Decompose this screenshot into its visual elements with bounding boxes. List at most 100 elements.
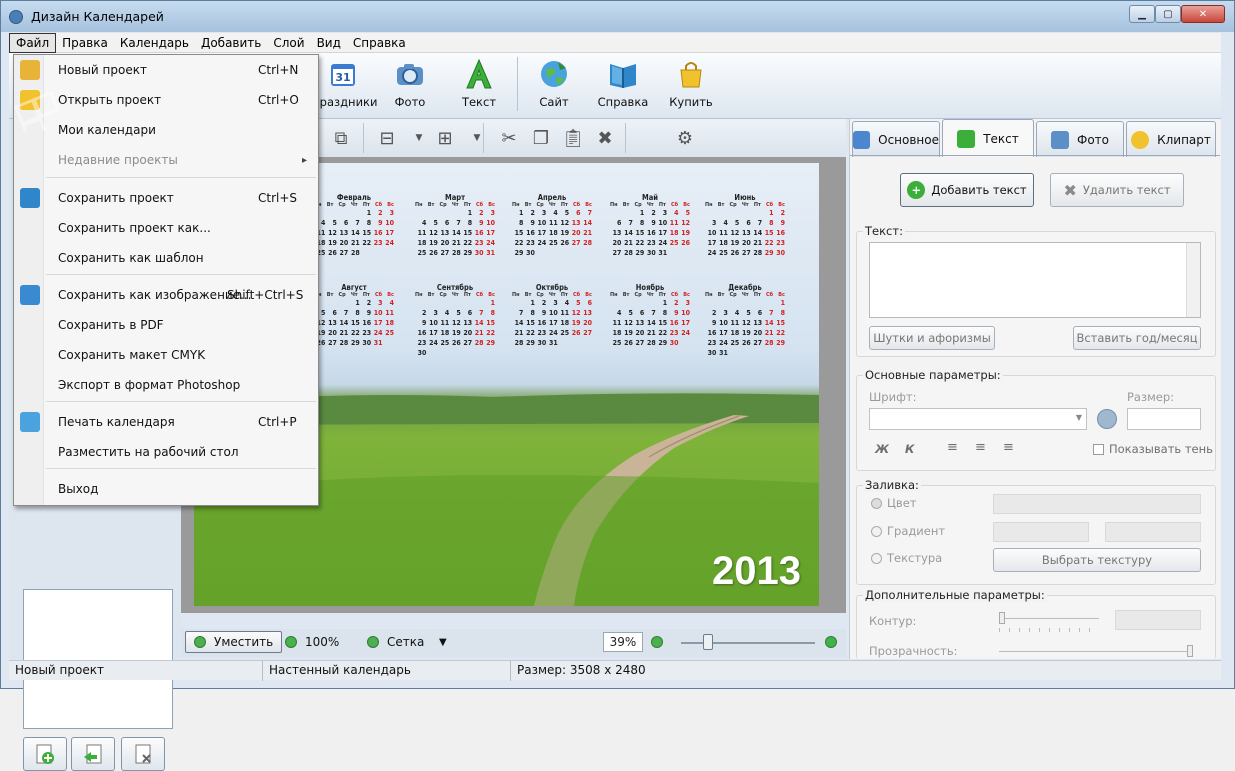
paste-button[interactable]: 📋︎: [559, 125, 587, 151]
grid-button[interactable]: Сетка: [367, 631, 424, 653]
file-menu-item[interactable]: Сохранить макет CMYK: [14, 342, 318, 368]
tab-text[interactable]: Текст: [942, 119, 1034, 157]
align-left-button[interactable]: ≡: [947, 440, 958, 455]
file-menu-item[interactable]: Мои календари: [14, 117, 318, 143]
delete-button[interactable]: ✖: [591, 125, 619, 151]
file-menu-item[interactable]: folder-icon Открыть проект Ctrl+O: [14, 87, 318, 113]
day-cell: [739, 298, 750, 308]
tab-photo[interactable]: Фото: [1036, 121, 1124, 157]
menu-file[interactable]: Файл: [9, 32, 57, 53]
grid-dropdown-button[interactable]: ▼: [439, 631, 447, 653]
toolbar-text-button[interactable]: Текст: [447, 57, 511, 109]
close-button[interactable]: ✕: [1181, 5, 1225, 23]
menu-add[interactable]: Добавить: [195, 34, 267, 52]
distribute-dropdown-button[interactable]: ▼: [463, 125, 491, 151]
menu-edit[interactable]: Правка: [56, 34, 114, 52]
text-icon: [462, 57, 496, 91]
cut-button[interactable]: ✂: [495, 125, 523, 151]
align-right-button[interactable]: ≡: [1003, 440, 1014, 455]
distribute-button[interactable]: ⊞: [431, 125, 459, 151]
menu-help[interactable]: Справка: [347, 34, 412, 52]
zoom-value[interactable]: 39%: [603, 632, 643, 652]
delete-page-button[interactable]: [121, 737, 165, 771]
texture-radio[interactable]: [871, 553, 882, 564]
font-select[interactable]: ▼: [869, 408, 1087, 430]
opacity-slider-thumb[interactable]: [1187, 645, 1193, 657]
choose-texture-button[interactable]: Выбрать текстуру: [993, 548, 1201, 572]
file-menu-item[interactable]: Выход: [14, 476, 318, 502]
add-text-button[interactable]: + Добавить текст: [900, 173, 1034, 207]
gradient-to-field[interactable]: [1105, 522, 1201, 542]
jokes-button[interactable]: Шутки и афоризмы: [869, 326, 995, 350]
align-dropdown-button[interactable]: ▼: [405, 125, 433, 151]
day-cell: [610, 208, 621, 218]
duplicate-page-button[interactable]: [71, 737, 115, 771]
file-menu-item[interactable]: Сохранить как шаблон: [14, 245, 318, 271]
zoom-100-button[interactable]: 100%: [285, 631, 339, 653]
toolbar-buy-button[interactable]: Купить: [659, 57, 723, 109]
font-color-button[interactable]: [1097, 409, 1117, 429]
align-button[interactable]: ⊟: [373, 125, 401, 151]
shadow-checkbox[interactable]: [1093, 444, 1104, 455]
tab-main[interactable]: Основное: [852, 121, 940, 157]
minimize-button[interactable]: ▁: [1129, 5, 1155, 23]
settings-button[interactable]: ⚙: [671, 125, 699, 151]
file-menu-item[interactable]: Экспорт в формат Photoshop: [14, 372, 318, 398]
pages-list[interactable]: [23, 589, 173, 729]
toolbar-holidays-button[interactable]: 31 Праздники: [311, 57, 377, 109]
bold-button[interactable]: Ж: [875, 442, 889, 456]
file-menu-item[interactable]: save-image-icon Сохранить как изображение…: [14, 282, 318, 308]
color-radio[interactable]: [871, 498, 882, 509]
contour-slider-thumb[interactable]: [999, 612, 1005, 624]
file-menu-item[interactable]: floppy-icon Сохранить проект Ctrl+S: [14, 185, 318, 211]
toolbar-site-button[interactable]: Сайт: [522, 57, 586, 109]
day-cell: 16: [537, 319, 547, 327]
zoom-out-button[interactable]: [825, 631, 837, 653]
day-cell: 17: [486, 229, 495, 237]
maximize-button[interactable]: ▢: [1155, 5, 1181, 23]
zoom-in-button[interactable]: [651, 631, 663, 653]
plus-icon: +: [907, 181, 926, 199]
day-cell: 15: [514, 229, 524, 237]
text-area-scrollbar[interactable]: [1186, 243, 1200, 317]
delete-text-button[interactable]: ✖ Удалить текст: [1050, 173, 1184, 207]
contour-field[interactable]: [1115, 610, 1201, 630]
day-cell: 30: [537, 339, 547, 347]
file-menu-item[interactable]: pencil-icon Новый проект Ctrl+N: [14, 57, 318, 83]
day-cell: 8: [355, 309, 360, 317]
toolbar-photo-button[interactable]: Фото: [378, 57, 442, 109]
day-cell: 27: [463, 339, 473, 347]
file-menu-item[interactable]: Сохранить в PDF: [14, 312, 318, 338]
italic-button[interactable]: К: [905, 442, 914, 456]
day-cell: 13: [753, 319, 763, 327]
align-center-button[interactable]: ≡: [975, 440, 986, 455]
insert-year-button[interactable]: Вставить год/месяц: [1073, 326, 1201, 350]
contour-slider[interactable]: [999, 618, 1099, 619]
file-menu-item: Недавние проекты ▸: [14, 147, 318, 173]
gradient-radio[interactable]: [871, 526, 882, 537]
copy-button[interactable]: ❐: [527, 125, 555, 151]
menu-calendar[interactable]: Календарь: [114, 34, 195, 52]
file-menu-item[interactable]: Разместить на рабочий стол: [14, 439, 318, 465]
tab-clipart[interactable]: Клипарт: [1126, 121, 1216, 157]
day-cell: 7: [355, 219, 360, 227]
zoom-slider[interactable]: [681, 642, 815, 644]
file-menu-item[interactable]: Сохранить проект как...: [14, 215, 318, 241]
text-area[interactable]: [869, 242, 1201, 318]
menu-layer[interactable]: Слой: [267, 34, 310, 52]
fit-button[interactable]: Уместить: [185, 631, 283, 653]
gradient-from-field[interactable]: [993, 522, 1089, 542]
calendar-month: Апрель Пн Вт Ср Чт Пт Сб Вс 1 2 3 4 5 6 7 8 9 10 11 12 13 14 1…: [512, 193, 592, 258]
day-cell: 14: [451, 229, 461, 237]
day-cell: 20: [612, 239, 622, 247]
toolbar-help-button[interactable]: Справка: [591, 57, 655, 109]
zoom-slider-thumb[interactable]: [703, 634, 713, 650]
send-back-button[interactable]: ⧉: [327, 125, 355, 151]
menu-view[interactable]: Вид: [311, 34, 347, 52]
add-page-button[interactable]: [23, 737, 67, 771]
paste-icon: 📋︎: [561, 127, 585, 149]
file-menu-item[interactable]: printer-icon Печать календаря Ctrl+P: [14, 409, 318, 435]
opacity-slider[interactable]: [999, 651, 1189, 652]
color-field[interactable]: [993, 494, 1201, 514]
size-input[interactable]: [1127, 408, 1201, 430]
